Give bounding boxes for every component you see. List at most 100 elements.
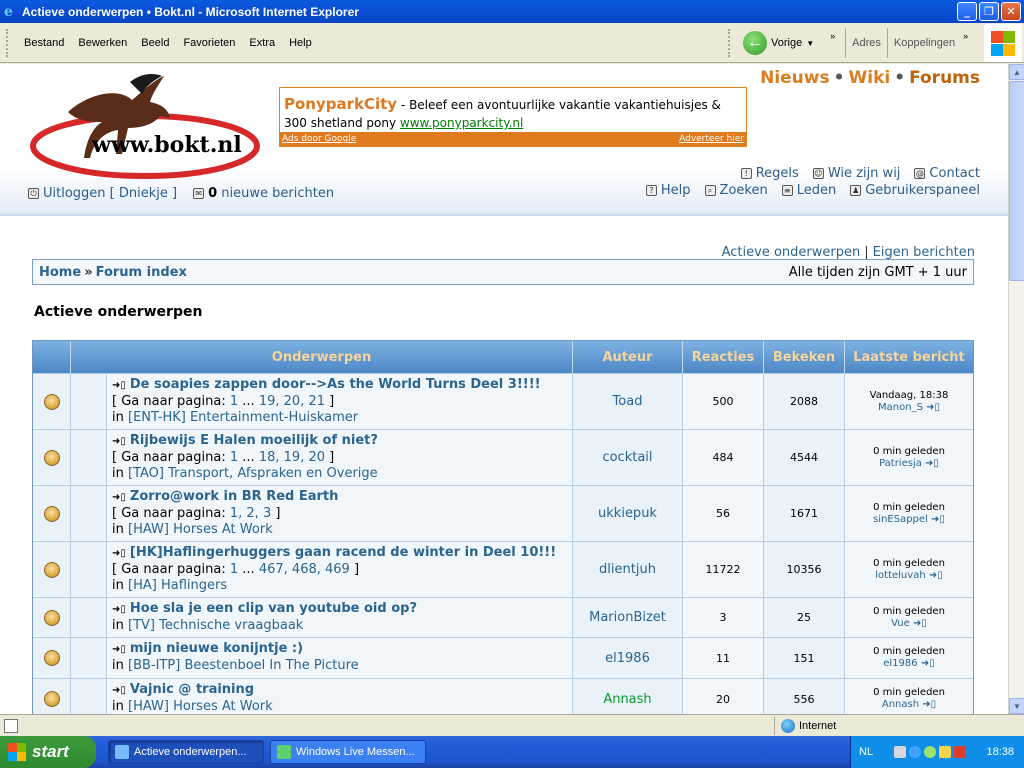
- last-post-user[interactable]: el1986 ➜▯: [883, 658, 934, 670]
- rules-link[interactable]: ! Regels: [740, 166, 799, 181]
- ad-link[interactable]: www.ponyparkcity.nl: [400, 116, 523, 130]
- menu-bewerken[interactable]: Bewerken: [71, 37, 134, 49]
- page-link[interactable]: 20,: [284, 394, 305, 409]
- forum-link[interactable]: [TAO] Transport, Afspraken en Overige: [128, 466, 378, 481]
- topic-title[interactable]: De soapies zappen door-->As the World Tu…: [130, 377, 541, 392]
- keyboard-icon[interactable]: [893, 746, 906, 758]
- back-button[interactable]: ← Vorige ▼: [737, 31, 820, 55]
- page-link[interactable]: 1,: [230, 506, 242, 521]
- menu-extra[interactable]: Extra: [242, 37, 282, 49]
- page-link[interactable]: 19,: [259, 394, 280, 409]
- page-link[interactable]: 468,: [292, 562, 321, 577]
- forum-link[interactable]: [BB-ITP] Beestenboel In The Picture: [128, 658, 359, 673]
- page-link[interactable]: 1: [230, 450, 238, 465]
- nav-nieuws[interactable]: Nieuws: [760, 68, 830, 88]
- scroll-up-icon[interactable]: ▲: [1009, 64, 1024, 80]
- newest-post-icon[interactable]: ➜▯: [112, 492, 126, 503]
- newest-post-icon[interactable]: ➜▯: [112, 644, 126, 655]
- last-post-user[interactable]: Manon_S ➜▯: [878, 402, 940, 414]
- security-center-icon[interactable]: [923, 746, 936, 758]
- topic-title[interactable]: Hoe sla je een clip van youtube oid op?: [130, 601, 417, 616]
- breadcrumb-forum-index[interactable]: Forum index: [96, 265, 187, 280]
- vertical-scrollbar[interactable]: ▲ ▼: [1008, 64, 1024, 714]
- forum-link[interactable]: [HAW] Horses At Work: [128, 522, 273, 537]
- last-post-user[interactable]: Annash ➜▯: [882, 699, 936, 711]
- topic-title[interactable]: Vajnic @ training: [130, 682, 254, 697]
- network-icon[interactable]: [938, 746, 951, 758]
- menu-beeld[interactable]: Beeld: [134, 37, 176, 49]
- active-topics-link[interactable]: Actieve onderwerpen: [722, 245, 861, 260]
- ad-title[interactable]: PonyparkCity: [284, 95, 397, 113]
- topic-author[interactable]: dlientjuh: [573, 542, 683, 597]
- logout-link[interactable]: Uitloggen [ Dniekje ]: [43, 186, 177, 201]
- newest-post-icon[interactable]: ➜▯: [112, 436, 126, 447]
- last-post-user[interactable]: Vue ➜▯: [891, 618, 927, 630]
- table-row: ➜▯ Zorro@work in BR Red Earth [ Ga naar p…: [33, 485, 973, 541]
- page-link[interactable]: 1: [230, 562, 238, 577]
- page-link[interactable]: 469: [325, 562, 350, 577]
- advertise-here-link[interactable]: Adverteer hier: [679, 134, 744, 144]
- page-link[interactable]: 3: [263, 506, 271, 521]
- close-button[interactable]: ✕: [1001, 2, 1021, 21]
- last-post-user[interactable]: sinESappel ➜▯: [873, 514, 945, 526]
- ads-by-google-link[interactable]: Ads door Google: [282, 134, 356, 144]
- usercp-link[interactable]: ♟ Gebruikerspaneel: [850, 183, 980, 198]
- bokt-logo[interactable]: www.bokt.nl: [30, 72, 260, 180]
- breadcrumb-home[interactable]: Home: [39, 265, 81, 280]
- links-chevron-icon[interactable]: »: [963, 31, 968, 41]
- topic-author[interactable]: ukkiepuk: [573, 486, 683, 541]
- address-label[interactable]: Adres: [850, 37, 883, 49]
- menu-favorieten[interactable]: Favorieten: [176, 37, 242, 49]
- topic-title[interactable]: Rijbewijs E Halen moeilijk of niet?: [130, 433, 378, 448]
- about-link[interactable]: ☺ Wie zijn wij: [812, 166, 900, 181]
- topic-author[interactable]: Annash: [573, 679, 683, 714]
- contact-link[interactable]: @ Contact: [914, 166, 980, 181]
- toolbar-chevron-icon[interactable]: »: [830, 31, 835, 41]
- search-link[interactable]: ⌕ Zoeken: [704, 183, 768, 198]
- start-button[interactable]: start: [0, 736, 96, 768]
- forum-link[interactable]: [HAW] Horses At Work: [128, 699, 273, 714]
- topic-author[interactable]: MarionBizet: [573, 598, 683, 637]
- own-posts-link[interactable]: Eigen berichten: [873, 245, 975, 260]
- last-post-user[interactable]: Patriesja ➜▯: [879, 458, 939, 470]
- back-dropdown-icon[interactable]: ▼: [806, 39, 814, 48]
- tray-chevron-icon[interactable]: [908, 746, 921, 758]
- alert-icon[interactable]: [953, 746, 966, 758]
- topic-author[interactable]: el1986: [573, 638, 683, 678]
- menu-help[interactable]: Help: [282, 37, 319, 49]
- page-link[interactable]: 2,: [246, 506, 258, 521]
- page-link[interactable]: 467,: [259, 562, 288, 577]
- newest-post-icon[interactable]: ➜▯: [112, 604, 126, 615]
- minimize-button[interactable]: _: [957, 2, 977, 21]
- forum-link[interactable]: [TV] Technische vraagbaak: [128, 618, 303, 633]
- newest-post-icon[interactable]: ➜▯: [112, 548, 126, 559]
- newest-post-icon[interactable]: ➜▯: [112, 380, 126, 391]
- page-link[interactable]: 18,: [259, 450, 280, 465]
- page-link[interactable]: 19,: [284, 450, 305, 465]
- task-ie[interactable]: Actieve onderwerpen...: [108, 740, 264, 764]
- task-messenger[interactable]: Windows Live Messen...: [270, 740, 426, 764]
- links-label[interactable]: Koppelingen: [892, 37, 957, 49]
- nav-forums[interactable]: Forums: [909, 68, 980, 88]
- nav-wiki[interactable]: Wiki: [848, 68, 890, 88]
- language-indicator[interactable]: NL: [859, 746, 873, 758]
- page-link[interactable]: 1: [230, 394, 238, 409]
- last-post-user[interactable]: lotteluvah ➜▯: [875, 570, 942, 582]
- help-link[interactable]: ? Help: [645, 183, 691, 198]
- topic-title[interactable]: [HK]Haflingerhuggers gaan racend de wint…: [130, 545, 556, 560]
- forum-link[interactable]: [ENT-HK] Entertainment-Huiskamer: [128, 410, 358, 425]
- page-link[interactable]: 21: [308, 394, 325, 409]
- members-link[interactable]: ≡ Leden: [781, 183, 836, 198]
- topic-title[interactable]: mijn nieuwe konijntje :): [130, 641, 303, 656]
- scroll-thumb[interactable]: [1009, 81, 1024, 281]
- scroll-down-icon[interactable]: ▼: [1009, 698, 1024, 714]
- menu-bestand[interactable]: Bestand: [17, 37, 71, 49]
- maximize-button[interactable]: ❐: [979, 2, 999, 21]
- topic-author[interactable]: Toad: [573, 374, 683, 429]
- forum-link[interactable]: [HA] Haflingers: [128, 578, 227, 593]
- newest-post-icon[interactable]: ➜▯: [112, 685, 126, 696]
- topic-author[interactable]: cocktail: [573, 430, 683, 485]
- page-link[interactable]: 20: [308, 450, 325, 465]
- new-messages-link[interactable]: 0 nieuwe berichten: [208, 186, 334, 201]
- topic-title[interactable]: Zorro@work in BR Red Earth: [130, 489, 339, 504]
